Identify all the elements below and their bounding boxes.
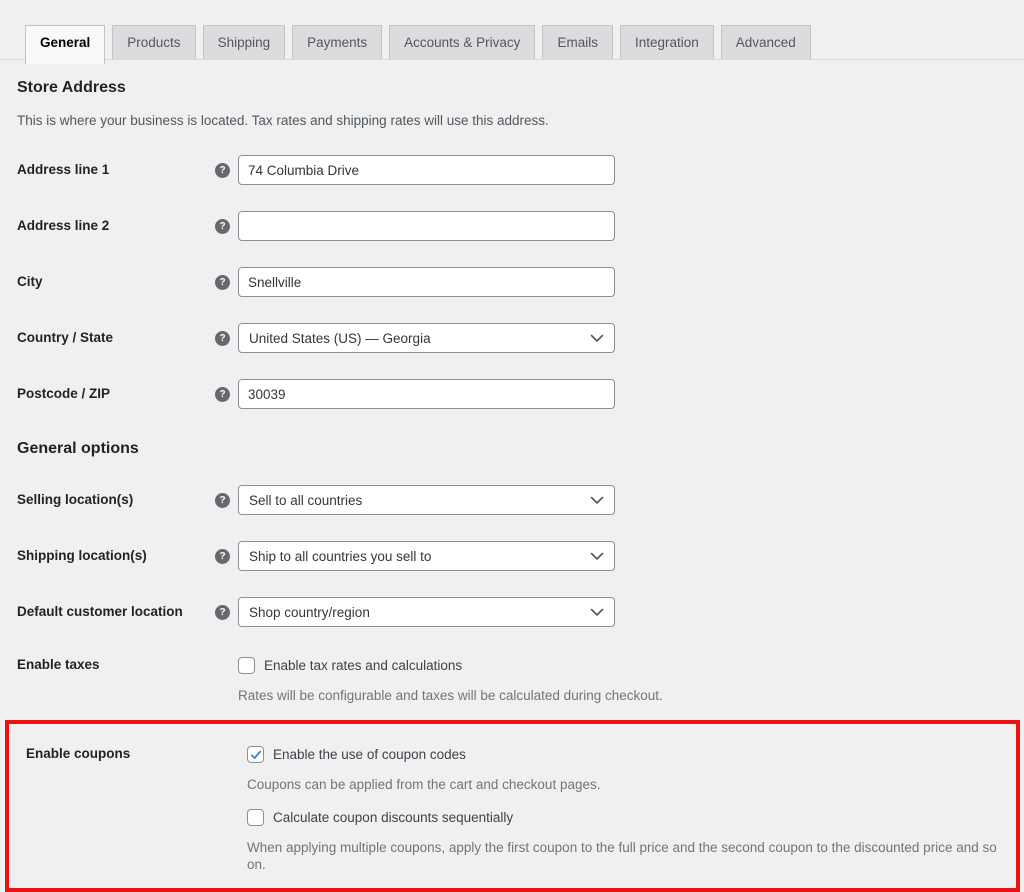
sequential-coupons-description: When applying multiple coupons, apply th… [247, 839, 1004, 873]
store-address-description: This is where your business is located. … [17, 113, 1004, 129]
address-line-2-row: Address line 2 ? [17, 211, 1004, 241]
chevron-down-icon [590, 496, 604, 505]
default-customer-location-selected-value: Shop country/region [249, 605, 370, 620]
tab-advanced[interactable]: Advanced [721, 25, 811, 59]
sequential-coupons-checkbox-label[interactable]: Calculate coupon discounts sequentially [273, 809, 513, 826]
enable-taxes-fieldset: Enable tax rates and calculations Rates … [238, 657, 663, 704]
sequential-coupons-checkbox-line[interactable]: Calculate coupon discounts sequentially [247, 809, 1004, 826]
tab-accounts-privacy[interactable]: Accounts & Privacy [389, 25, 535, 59]
selling-location-row: Selling location(s) ? Sell to all countr… [17, 485, 1004, 515]
tab-integration[interactable]: Integration [620, 25, 714, 59]
shipping-location-label: Shipping location(s) [17, 548, 215, 564]
country-state-row: Country / State ? United States (US) — G… [17, 323, 1004, 353]
help-icon[interactable]: ? [215, 387, 230, 402]
tab-payments[interactable]: Payments [292, 25, 382, 59]
default-customer-location-row: Default customer location ? Shop country… [17, 597, 1004, 627]
help-icon[interactable]: ? [215, 331, 230, 346]
chevron-down-icon [590, 552, 604, 561]
store-address-heading: Store Address [17, 78, 1004, 97]
chevron-down-icon [590, 608, 604, 617]
city-input[interactable] [238, 267, 615, 297]
shipping-location-row: Shipping location(s) ? Ship to all count… [17, 541, 1004, 571]
shipping-location-selected-value: Ship to all countries you sell to [249, 549, 431, 564]
address-line-1-label: Address line 1 [17, 162, 215, 178]
address-line-2-label: Address line 2 [17, 218, 215, 234]
help-icon[interactable]: ? [215, 163, 230, 178]
default-customer-location-select[interactable]: Shop country/region [238, 597, 615, 627]
help-icon[interactable]: ? [215, 219, 230, 234]
tab-products[interactable]: Products [112, 25, 195, 59]
address-line-1-row: Address line 1 ? [17, 155, 1004, 185]
help-icon[interactable]: ? [215, 493, 230, 508]
tab-shipping[interactable]: Shipping [203, 25, 286, 59]
checkmark-icon [250, 749, 262, 761]
country-state-label: Country / State [17, 330, 215, 346]
help-icon[interactable]: ? [215, 605, 230, 620]
enable-taxes-checkbox-label[interactable]: Enable tax rates and calculations [264, 657, 462, 674]
enable-taxes-row: Enable taxes Enable tax rates and calcul… [17, 657, 1004, 704]
selling-location-selected-value: Sell to all countries [249, 493, 362, 508]
default-customer-location-label: Default customer location [17, 604, 215, 620]
enable-coupons-row: Enable coupons Enable the use of coupon … [26, 746, 1004, 873]
enable-coupon-codes-checkbox-label[interactable]: Enable the use of coupon codes [273, 746, 466, 763]
address-line-2-input[interactable] [238, 211, 615, 241]
enable-coupon-codes-checkbox[interactable] [247, 746, 264, 763]
tab-emails[interactable]: Emails [542, 25, 613, 59]
chevron-down-icon [590, 334, 604, 343]
general-options-heading: General options [17, 439, 1004, 458]
sequential-coupons-checkbox[interactable] [247, 809, 264, 826]
enable-taxes-checkbox-line[interactable]: Enable tax rates and calculations [238, 657, 663, 674]
city-row: City ? [17, 267, 1004, 297]
enable-taxes-label: Enable taxes [17, 657, 238, 673]
postcode-zip-row: Postcode / ZIP ? [17, 379, 1004, 409]
settings-content: Store Address This is where your busines… [0, 78, 1024, 704]
enable-coupon-codes-checkbox-line[interactable]: Enable the use of coupon codes [247, 746, 1004, 763]
enable-coupons-fieldset: Enable the use of coupon codes Coupons c… [247, 746, 1004, 873]
shipping-location-select[interactable]: Ship to all countries you sell to [238, 541, 615, 571]
address-line-1-input[interactable] [238, 155, 615, 185]
selling-location-label: Selling location(s) [17, 492, 215, 508]
settings-tab-bar: General Products Shipping Payments Accou… [0, 0, 1024, 60]
country-state-selected-value: United States (US) — Georgia [249, 331, 431, 346]
help-icon[interactable]: ? [215, 549, 230, 564]
enable-coupons-label: Enable coupons [26, 746, 247, 762]
enable-taxes-description: Rates will be configurable and taxes wil… [238, 687, 663, 704]
highlight-box: Enable coupons Enable the use of coupon … [5, 720, 1020, 892]
city-label: City [17, 274, 215, 290]
selling-location-select[interactable]: Sell to all countries [238, 485, 615, 515]
enable-coupon-codes-description: Coupons can be applied from the cart and… [247, 776, 1004, 793]
help-icon[interactable]: ? [215, 275, 230, 290]
postcode-zip-label: Postcode / ZIP [17, 386, 215, 402]
country-state-select[interactable]: United States (US) — Georgia [238, 323, 615, 353]
tab-general[interactable]: General [25, 25, 105, 64]
enable-taxes-checkbox[interactable] [238, 657, 255, 674]
postcode-zip-input[interactable] [238, 379, 615, 409]
